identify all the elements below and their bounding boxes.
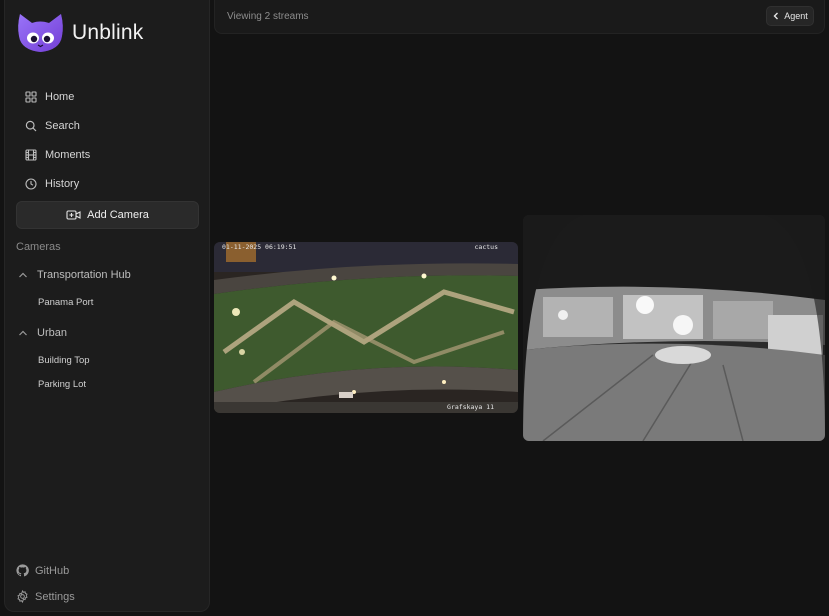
- camera-group-transportation-hub: Transportation Hub Panama Port: [18, 266, 131, 315]
- stream-location-label: Grafskaya 11: [447, 403, 494, 411]
- brand[interactable]: Unblink: [16, 12, 143, 54]
- camera-stream-1[interactable]: 01-11-2025 06:19:51 cactus Grafskaya 11: [214, 242, 518, 413]
- search-icon: [25, 120, 37, 132]
- chevron-left-icon: [773, 12, 779, 20]
- nav-home[interactable]: Home: [25, 82, 205, 111]
- camera-item-building-top[interactable]: Building Top: [38, 349, 90, 373]
- stream-osd-label: cactus: [474, 243, 498, 251]
- nav-history[interactable]: History: [25, 169, 205, 198]
- chevron-up-icon: [19, 272, 27, 278]
- cat-logo-icon: [18, 14, 63, 52]
- settings-label: Settings: [35, 590, 75, 603]
- chevron-up-icon: [19, 330, 27, 336]
- gear-icon: [17, 590, 28, 603]
- camera-item-parking-lot[interactable]: Parking Lot: [38, 373, 90, 397]
- settings-link[interactable]: Settings: [16, 590, 75, 603]
- agent-button[interactable]: Agent: [766, 6, 814, 26]
- group-toggle-urban[interactable]: Urban: [18, 324, 90, 342]
- top-bar: Viewing 2 streams Agent: [214, 0, 825, 34]
- add-camera-label: Add Camera: [87, 209, 149, 221]
- camera-item-panama-port[interactable]: Panama Port: [38, 291, 131, 315]
- nav-search[interactable]: Search: [25, 111, 205, 140]
- nav-home-label: Home: [45, 90, 75, 103]
- stream-image: [214, 242, 518, 413]
- nav-moments[interactable]: Moments: [25, 140, 205, 169]
- main-nav: Home Search Moments History: [25, 82, 205, 198]
- grid-icon: [25, 90, 37, 103]
- github-label: GitHub: [35, 564, 70, 577]
- stream-timestamp: 01-11-2025 06:19:51: [222, 243, 297, 251]
- group-toggle-transportation-hub[interactable]: Transportation Hub: [18, 266, 131, 284]
- stream-image: [523, 215, 825, 441]
- clock-icon: [25, 177, 37, 190]
- group-label: Urban: [37, 327, 67, 339]
- stream-count-status: Viewing 2 streams: [227, 11, 309, 22]
- camera-group-urban: Urban Building Top Parking Lot: [18, 324, 90, 397]
- group-label: Transportation Hub: [37, 269, 131, 281]
- add-camera-button[interactable]: Add Camera: [16, 201, 199, 229]
- app-name: Unblink: [72, 21, 144, 44]
- nav-search-label: Search: [45, 119, 80, 132]
- sidebar: Unblink Home Search Moments History Add …: [4, 0, 210, 612]
- cameras-section-title: Cameras: [16, 241, 61, 253]
- github-icon: [16, 564, 29, 577]
- nav-moments-label: Moments: [45, 148, 91, 161]
- agent-label: Agent: [784, 11, 808, 21]
- github-link[interactable]: GitHub: [16, 564, 69, 577]
- film-icon: [25, 148, 37, 161]
- nav-history-label: History: [45, 177, 80, 190]
- video-plus-icon: [66, 210, 81, 220]
- camera-stream-2[interactable]: [523, 215, 825, 441]
